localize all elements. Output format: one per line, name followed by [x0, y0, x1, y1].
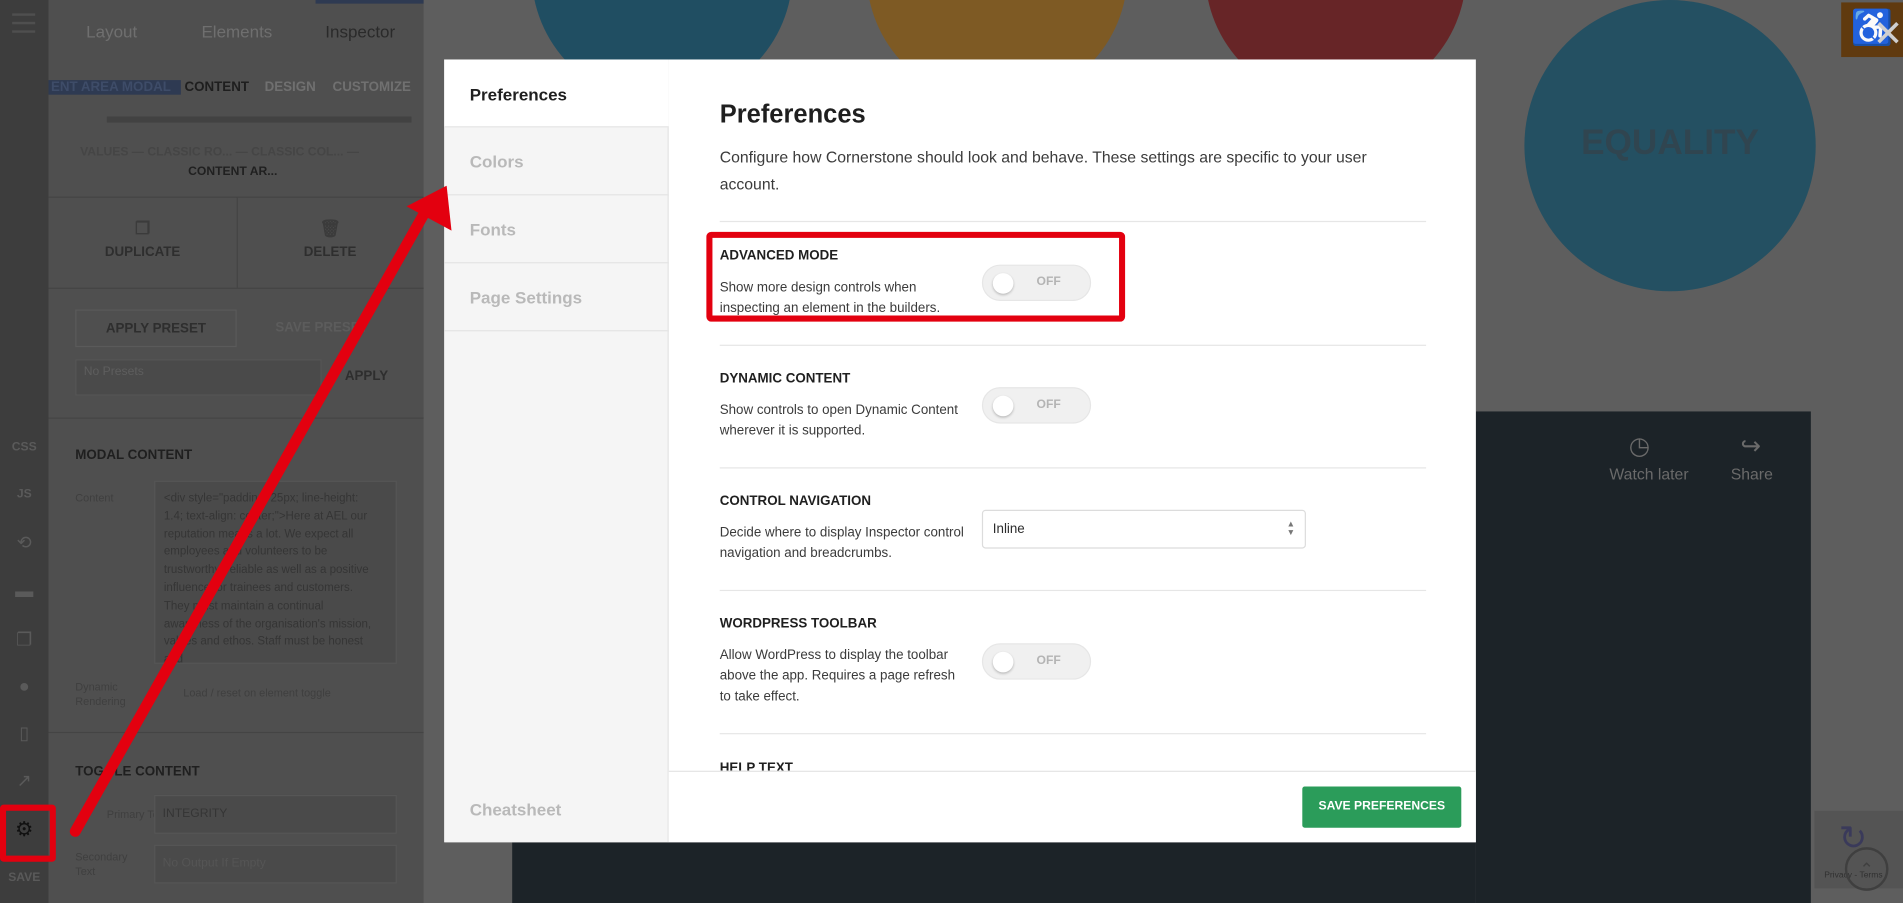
- toggle-state: OFF: [1036, 398, 1061, 412]
- trash-icon: 🗑: [319, 218, 341, 238]
- delete-button[interactable]: DELETE: [237, 245, 424, 260]
- divider: [719, 733, 1427, 735]
- control-navigation-select[interactable]: Inline ▲ ▼: [981, 509, 1306, 549]
- video-strip: [512, 842, 1476, 903]
- history-icon[interactable]: ⟲: [13, 533, 35, 553]
- breadcrumb-content[interactable]: CONTENT: [184, 80, 249, 95]
- inspector-panel: Layout Elements Inspector ENT AREA MODAL…: [48, 0, 424, 903]
- circle-icon[interactable]: ●: [13, 677, 35, 696]
- preferences-description: Configure how Cornerstone should look an…: [719, 148, 1367, 193]
- divider: [48, 287, 424, 289]
- content-label: Content: [75, 491, 114, 504]
- share-label[interactable]: Share: [1731, 465, 1773, 483]
- preferences-content: Preferences Configure how Cornerstone sh…: [669, 59, 1476, 771]
- divider: [236, 196, 238, 288]
- tab-layout[interactable]: Layout: [86, 22, 137, 41]
- modal-footer: SAVE PREFERENCES: [668, 770, 1476, 843]
- active-tab-indicator: [315, 0, 424, 4]
- video-player[interactable]: ◷ Watch later ↪ Share: [1475, 411, 1811, 903]
- share-icon[interactable]: ↪: [1740, 431, 1760, 461]
- save-preset-button[interactable]: SAVE PRESET: [243, 309, 401, 347]
- divider: [719, 220, 1427, 223]
- control-navigation-title: CONTROL NAVIGATION: [719, 493, 872, 509]
- divider: [719, 467, 1427, 469]
- nav-preferences[interactable]: Preferences: [444, 59, 669, 128]
- css-button[interactable]: CSS: [0, 441, 49, 454]
- toggle-knob: [992, 395, 1014, 417]
- apply-preset-button[interactable]: APPLY PRESET: [75, 309, 237, 348]
- breadcrumb-customize[interactable]: CUSTOMIZE: [333, 80, 411, 95]
- save-preferences-button[interactable]: SAVE PREFERENCES: [1302, 786, 1462, 828]
- secondary-text-label: Secondary Text: [75, 850, 128, 878]
- control-navigation-desc: Decide where to display Inspector contro…: [719, 525, 964, 561]
- preferences-modal: Preferences Colors Fonts Page Settings C…: [444, 59, 1476, 843]
- apply-button[interactable]: APPLY: [330, 369, 403, 384]
- tab-inspector[interactable]: Inspector: [325, 22, 395, 41]
- scroll-top-icon[interactable]: ⌃: [1844, 847, 1889, 891]
- external-link-icon[interactable]: ↗: [13, 771, 35, 791]
- help-text-title: HELP TEXT: [719, 760, 793, 771]
- left-toolbar: CSS JS ⟲ ▬ ❐ ● ▯ ↗ ⚙ SAVE: [0, 0, 49, 903]
- dynamic-rendering-label: Dynamic Rendering: [75, 680, 126, 708]
- duplicate-button[interactable]: DUPLICATE: [49, 245, 237, 260]
- content-textarea[interactable]: <div style="padding: 25px; line-height: …: [154, 480, 397, 664]
- nav-cheatsheet[interactable]: Cheatsheet: [470, 800, 562, 819]
- modal-content-heading: MODAL CONTENT: [75, 447, 193, 463]
- js-button[interactable]: JS: [0, 488, 49, 501]
- breadcrumb-path: VALUES — CLASSIC RO... — CLASSIC COL... …: [80, 145, 360, 159]
- equality-circle: EQUALITY: [1524, 0, 1816, 292]
- close-icon[interactable]: ✕: [1873, 16, 1903, 53]
- nav-page-settings[interactable]: Page Settings: [444, 263, 669, 332]
- nav-colors[interactable]: Colors: [444, 127, 669, 196]
- breadcrumb-modal[interactable]: ENT AREA MODAL: [48, 80, 181, 95]
- preset-select[interactable]: No Presets: [75, 359, 322, 396]
- dynamic-content-toggle[interactable]: OFF: [981, 387, 1092, 424]
- highlight-box: [0, 804, 56, 862]
- equality-text: EQUALITY: [1581, 123, 1760, 163]
- dynamic-rendering-value[interactable]: Load / reset on element toggle: [183, 687, 331, 699]
- scroll-bar[interactable]: [106, 116, 412, 123]
- wordpress-toolbar-toggle[interactable]: OFF: [981, 643, 1092, 680]
- divider: [48, 731, 424, 734]
- dynamic-content-title: DYNAMIC CONTENT: [719, 371, 851, 386]
- select-arrows-icon: ▲ ▼: [1286, 520, 1296, 538]
- breadcrumb-current: CONTENT AR...: [188, 165, 278, 179]
- modal-sidebar: Preferences Colors Fonts Page Settings C…: [444, 59, 669, 843]
- card-icon[interactable]: ▬: [13, 582, 35, 602]
- select-value: Inline: [992, 521, 1025, 537]
- highlight-box: [706, 231, 1126, 322]
- device-icon[interactable]: ▯: [13, 724, 35, 744]
- menu-icon[interactable]: [12, 13, 36, 33]
- save-button[interactable]: SAVE: [0, 871, 49, 884]
- primary-text-input[interactable]: INTEGRITY: [154, 794, 397, 834]
- preferences-title: Preferences: [719, 100, 866, 129]
- nav-fonts[interactable]: Fonts: [444, 195, 669, 264]
- divider: [48, 417, 424, 419]
- toggle-knob: [992, 651, 1014, 673]
- divider: [719, 589, 1427, 592]
- secondary-text-input[interactable]: No Output If Empty: [154, 844, 397, 884]
- tab-elements[interactable]: Elements: [201, 22, 272, 41]
- clock-icon[interactable]: ◷: [1629, 431, 1650, 461]
- dynamic-content-desc: Show controls to open Dynamic Content wh…: [719, 402, 958, 439]
- duplicate-icon: ❐: [134, 218, 151, 238]
- breadcrumb-design[interactable]: DESIGN: [265, 80, 316, 95]
- toggle-state: OFF: [1036, 654, 1061, 668]
- wordpress-toolbar-desc: Allow WordPress to display the toolbar a…: [719, 648, 956, 704]
- divider: [719, 344, 1427, 346]
- watch-later-label[interactable]: Watch later: [1609, 465, 1688, 483]
- toggle-content-heading: TOGGLE CONTENT: [75, 764, 200, 780]
- layers-icon[interactable]: ❐: [13, 631, 35, 650]
- wordpress-toolbar-title: WORDPRESS TOOLBAR: [719, 616, 877, 632]
